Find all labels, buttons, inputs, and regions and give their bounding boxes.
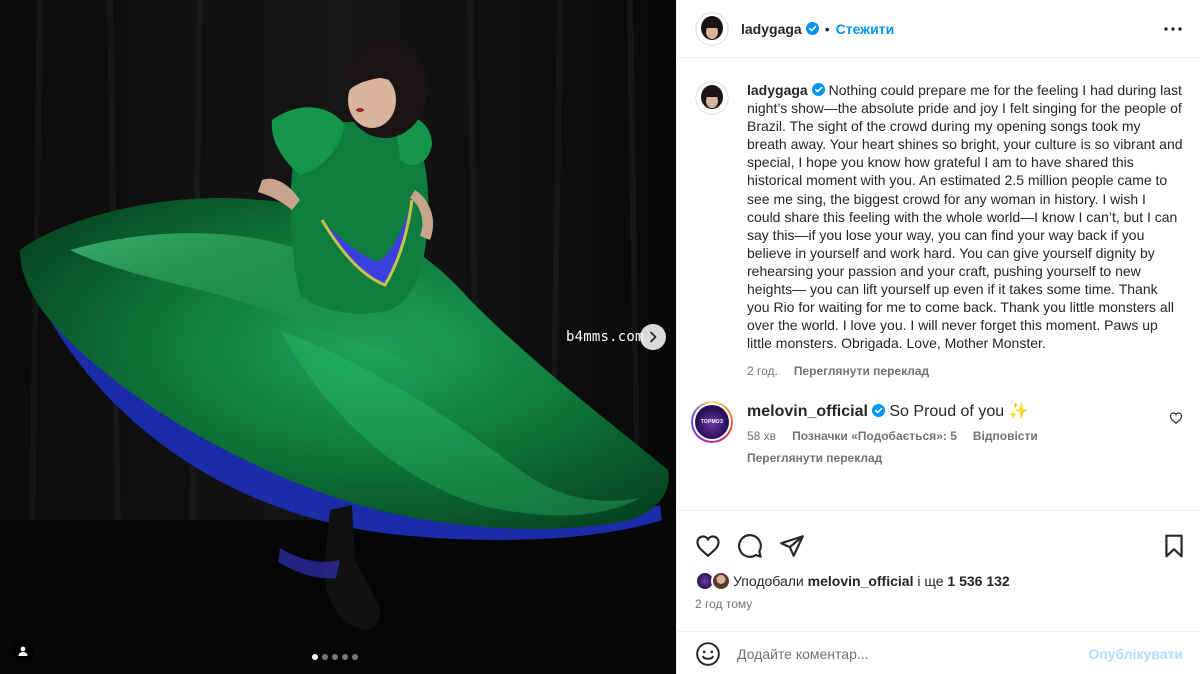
more-options-button[interactable] <box>1162 18 1184 40</box>
commenter-username[interactable]: melovin_official <box>747 403 868 420</box>
comment-reply-link[interactable]: Відповісти <box>973 429 1038 443</box>
post-header: ladygaga • Стежити <box>677 0 1200 58</box>
comment-likes-link[interactable]: Позначки «Подобається»: 5 <box>792 429 957 443</box>
post-details-panel: ladygaga • Стежити ladygaga Nothing coul… <box>676 0 1200 674</box>
caption-username[interactable]: ladygaga <box>747 82 808 98</box>
carousel-dot <box>342 654 348 660</box>
likes-text: Уподобали melovin_official і ще 1 536 13… <box>733 573 1010 589</box>
carousel-dot <box>312 654 318 660</box>
publish-button[interactable]: Опублікувати <box>1088 646 1183 662</box>
emoji-icon[interactable] <box>695 641 721 667</box>
carousel-next-button[interactable] <box>640 324 666 350</box>
caption: ladygaga Nothing could prepare me for th… <box>695 81 1183 381</box>
comment-icon[interactable] <box>737 533 763 559</box>
author-username[interactable]: ladygaga <box>741 21 802 37</box>
user-tag-button[interactable] <box>12 640 34 662</box>
likes-count[interactable]: 1 536 132 <box>947 573 1009 589</box>
comment-input[interactable] <box>737 645 1089 662</box>
likes-prefix: Уподобали <box>733 573 804 589</box>
comment-meta: 58 хв Позначки «Подобається»: 5 Відповіс… <box>747 429 1147 443</box>
liker-avatars <box>695 571 733 591</box>
carousel-dot <box>332 654 338 660</box>
carousel-indicator <box>312 654 358 660</box>
comment-like-heart-icon[interactable] <box>1169 411 1183 425</box>
comment-translate-row: Переглянути переклад <box>747 451 1147 465</box>
caption-meta: 2 год. Переглянути переклад <box>747 362 1183 380</box>
comment-body: melovin_official So Proud of you ✨ 58 хв… <box>747 401 1147 465</box>
post-actions: Уподобали melovin_official і ще 1 536 13… <box>677 510 1199 674</box>
header-separator: • <box>824 20 830 37</box>
caption-body: ladygaga Nothing could prepare me for th… <box>747 81 1183 381</box>
caption-author-avatar[interactable] <box>695 81 729 115</box>
post-media[interactable]: b4mms.com <box>0 0 676 674</box>
follow-button[interactable]: Стежити <box>836 21 895 37</box>
chevron-right-icon <box>650 331 657 343</box>
caption-time[interactable]: 2 год. <box>747 362 778 380</box>
comment-translate-link[interactable]: Переглянути переклад <box>747 451 882 465</box>
commenter-story-ring[interactable]: ТОРМОЗ <box>691 400 733 443</box>
liker-avatar <box>711 571 731 591</box>
verified-badge-icon <box>871 403 885 417</box>
author-avatar-image <box>695 11 729 46</box>
more-icon <box>1164 26 1182 31</box>
bookmark-icon[interactable] <box>1161 533 1187 559</box>
comment-item: ТОРМОЗ melovin_official So Proud of you … <box>691 400 1183 465</box>
verified-badge-icon <box>805 22 819 35</box>
user-tag-icon <box>18 646 28 656</box>
author-avatar[interactable] <box>695 11 729 46</box>
action-icons-row <box>677 511 1199 567</box>
share-icon[interactable] <box>779 533 805 559</box>
likes-user[interactable]: melovin_official <box>808 573 914 589</box>
verified-badge-icon <box>811 83 825 96</box>
carousel-dot <box>352 654 358 660</box>
heart-icon[interactable] <box>695 533 721 559</box>
caption-text: Nothing could prepare me for the feeling… <box>747 82 1183 352</box>
likes-summary[interactable]: Уподобали melovin_official і ще 1 536 13… <box>677 571 1199 591</box>
add-comment-bar: Опублікувати <box>677 631 1199 674</box>
watermark-text: b4mms.com <box>566 329 644 345</box>
post-time[interactable]: 2 год тому <box>677 597 1199 611</box>
comments-section[interactable]: ladygaga Nothing could prepare me for th… <box>677 59 1199 510</box>
carousel-dot <box>322 654 328 660</box>
likes-middle: і ще <box>917 573 944 589</box>
caption-avatar-image <box>695 81 729 115</box>
comment-time[interactable]: 58 хв <box>747 429 776 443</box>
comment-text: So Proud of you ✨ <box>889 402 1029 420</box>
commenter-avatar: ТОРМОЗ <box>695 404 729 439</box>
caption-translate-link[interactable]: Переглянути переклад <box>794 362 929 380</box>
